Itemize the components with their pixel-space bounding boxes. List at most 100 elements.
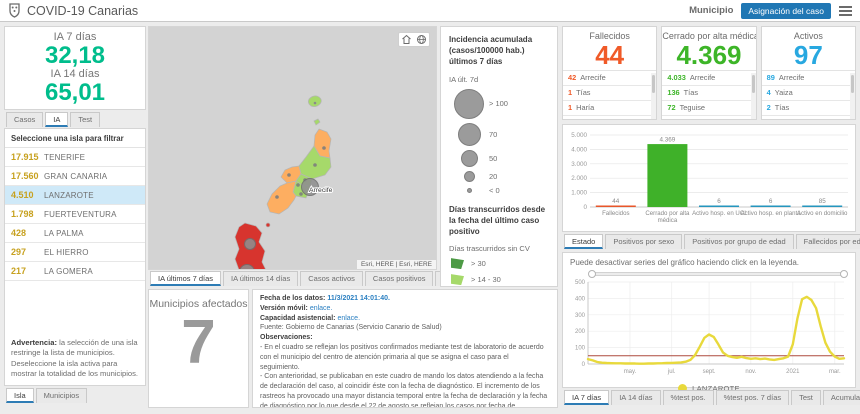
- island-row-fuerteventura[interactable]: 1.798 FUERTEVENTURA: [5, 205, 145, 224]
- capacidad-link[interactable]: enlace.: [337, 315, 360, 322]
- bar-activo-hosp-en-uci: [699, 205, 739, 207]
- island-row-la-palma[interactable]: 428 LA PALMA: [5, 224, 145, 243]
- svg-text:200: 200: [575, 329, 586, 335]
- capacidad-label: Capacidad asistencial:: [260, 314, 336, 322]
- chart-hint-text: Puede desactivar series del gráfico haci…: [570, 258, 800, 267]
- island-row-el-hierro[interactable]: 297 EL HIERRO: [5, 243, 145, 262]
- metric-tab-test[interactable]: Test: [791, 390, 821, 405]
- island-name: LA PALMA: [44, 228, 84, 238]
- map-panel[interactable]: Arrecife Esri, HERE | Esri, HERE: [148, 26, 437, 270]
- days-swatch-legend: > 30> 14 - 30> 7 - 140 - 7: [449, 258, 549, 286]
- map-controls[interactable]: [398, 32, 430, 47]
- island-count: 17.560: [11, 171, 39, 181]
- slider-handle-left[interactable]: [588, 270, 596, 278]
- island-warning: Advertencia: la selección de una isla re…: [11, 338, 139, 378]
- tab-test[interactable]: Test: [70, 112, 101, 127]
- menu-icon[interactable]: [839, 5, 852, 16]
- metric-tab-ia-14-d-as[interactable]: IA 14 días: [611, 390, 661, 405]
- map-canvas[interactable]: Arrecife: [149, 27, 436, 269]
- bar-activo-hosp-en-planta: [750, 205, 791, 207]
- asignacion-del-caso-button[interactable]: Asignación del caso: [741, 2, 831, 19]
- stat-value: 44: [595, 40, 625, 70]
- svg-text:0: 0: [583, 204, 587, 211]
- stat-list: 42Arrecife1Tías1Haría0San Bartolomé: [563, 69, 657, 119]
- svg-text:6: 6: [769, 198, 773, 205]
- stat-row[interactable]: 4.033 Arrecife: [662, 71, 756, 86]
- map-tab-ia-ltimos-7-d-as[interactable]: IA últimos 7 días: [150, 271, 222, 286]
- island-row-la-gomera[interactable]: 217 LA GOMERA: [5, 262, 145, 281]
- svg-text:jul.: jul.: [667, 369, 676, 375]
- ia-legend-item: 20: [449, 170, 549, 182]
- fecha-value: 11/3/2021 14:01:40.: [327, 295, 390, 302]
- bar-cerrado-por-alta-m-dica: [647, 144, 688, 207]
- svg-text:Fallecidos: Fallecidos: [602, 210, 629, 217]
- svg-text:nov.: nov.: [745, 369, 756, 375]
- stat-row[interactable]: 136 Tías: [662, 86, 756, 101]
- metric-tab-acumulado[interactable]: Acumulado: [822, 390, 860, 405]
- stat-row[interactable]: 42 Arrecife: [563, 71, 657, 86]
- estado-tabs: Estado Positivos por sexo Positivos por gr…: [564, 234, 860, 249]
- stat-row[interactable]: 0San Bartolomé: [563, 116, 656, 119]
- metric-tab--test-pos-7-d-as[interactable]: %test pos. 7 días: [715, 390, 790, 405]
- stat-row[interactable]: 1Haría: [563, 101, 657, 116]
- tab-isla[interactable]: Isla: [6, 388, 34, 403]
- estado-tab-estado[interactable]: Estado: [564, 234, 604, 249]
- stat-list: 4.033Arrecife136Tías72Teguise64Yaiza: [662, 69, 756, 119]
- slider-handle-right[interactable]: [840, 270, 848, 278]
- estado-tab-positivos-por-sexo[interactable]: Positivos por sexo: [605, 234, 683, 249]
- stat-scrollbar[interactable]: [651, 73, 657, 119]
- ia14-value: 65,01: [44, 79, 106, 107]
- island-filter-panel: Seleccione una isla para filtrar 17.915 T…: [4, 128, 146, 386]
- isla-municipios-tabs: Isla Municipios: [6, 388, 88, 403]
- fecha-label: Fecha de los datos:: [260, 295, 326, 302]
- island-name: TENERIFE: [44, 152, 86, 162]
- metric-tab--test-pos-[interactable]: %test pos.: [662, 390, 714, 405]
- island-count: 4.510: [11, 190, 34, 200]
- stat-row[interactable]: 64Yaiza: [662, 116, 755, 119]
- days-legend-title: Días transcurridos desde la fecha del úl…: [449, 204, 546, 236]
- time-range-slider[interactable]: [588, 270, 848, 278]
- basemap-globe-icon[interactable]: [416, 34, 427, 45]
- svg-text:4.369: 4.369: [660, 137, 676, 144]
- days-legend-item: > 30: [451, 258, 549, 270]
- data-notes-panel: Fecha de los datos: 11/3/2021 14:01:40. …: [252, 289, 558, 408]
- island-row-gran-canaria[interactable]: 17.560 GRAN CANARIA: [5, 167, 145, 186]
- island-row-lanzarote[interactable]: 4.510 LANZAROTE: [5, 186, 145, 205]
- observacion-item: - Con anterioridad, se publicaban en est…: [260, 373, 548, 408]
- stat-scrollbar[interactable]: [750, 73, 756, 119]
- stat-scrollbar[interactable]: [849, 73, 855, 119]
- stat-card-activos: Activos9789Arrecife4Yaiza2Tías1Haría: [760, 26, 856, 120]
- island-name: LA GOMERA: [44, 266, 93, 276]
- days-legend-subtitle: Días trascurridos sin CV: [449, 244, 530, 254]
- svg-text:6: 6: [717, 198, 721, 205]
- observacion-item: - En el cuadro se reflejan los positivos…: [260, 343, 544, 371]
- svg-text:44: 44: [612, 198, 620, 205]
- stat-row[interactable]: 72 Teguise: [662, 101, 756, 116]
- stats-row: Fallecidos4442Arrecife1Tías1Haría0San Ba…: [562, 26, 856, 120]
- island-count: 17.915: [11, 152, 39, 162]
- island-name: FUERTEVENTURA: [44, 209, 117, 219]
- header: COVID-19 Canarias Municipio Asignación d…: [0, 0, 860, 22]
- tab-municipios[interactable]: Municipios: [35, 388, 88, 403]
- tab-casos[interactable]: Casos: [6, 112, 44, 127]
- home-icon[interactable]: [401, 34, 412, 45]
- estado-bar-chart-panel: 0 1.000 2.000 3.000 4.000 5.000 44 Fallecidos 4.…: [562, 124, 856, 232]
- stat-row[interactable]: 1Haría: [762, 116, 855, 119]
- estado-tab-fallecidos-por-edad-y-sexo[interactable]: Fallecidos por edad y sexo: [795, 234, 860, 249]
- stat-row[interactable]: 4 Yaiza: [761, 86, 855, 101]
- stat-row[interactable]: 2 Tías: [761, 101, 855, 116]
- tab-ia[interactable]: IA: [45, 112, 69, 127]
- svg-text:3.000: 3.000: [571, 161, 587, 168]
- map-tab-casos-positivos[interactable]: Casos positivos: [364, 271, 434, 286]
- map-tab-casos-activos[interactable]: Casos activos: [300, 271, 363, 286]
- island-row-tenerife[interactable]: 17.915 TENERIFE: [5, 148, 145, 167]
- stat-row[interactable]: 89 Arrecife: [761, 71, 855, 86]
- metric-tab-ia-7-d-as[interactable]: IA 7 días: [564, 390, 610, 405]
- municipios-afectados-panel: Municipios afectados 7: [148, 289, 249, 408]
- map-tab-ia-ltimos-14-d-as[interactable]: IA últimos 14 días: [223, 271, 299, 286]
- island-count: 1.798: [11, 209, 34, 219]
- stat-row[interactable]: 1 Tías: [563, 86, 657, 101]
- estado-tab-positivos-por-grupo-de-edad[interactable]: Positivos por grupo de edad: [684, 234, 794, 249]
- version-link[interactable]: enlace.: [310, 305, 333, 312]
- map-legend-panel: Incidencia acumulada (casos/100000 hab.)…: [440, 26, 558, 287]
